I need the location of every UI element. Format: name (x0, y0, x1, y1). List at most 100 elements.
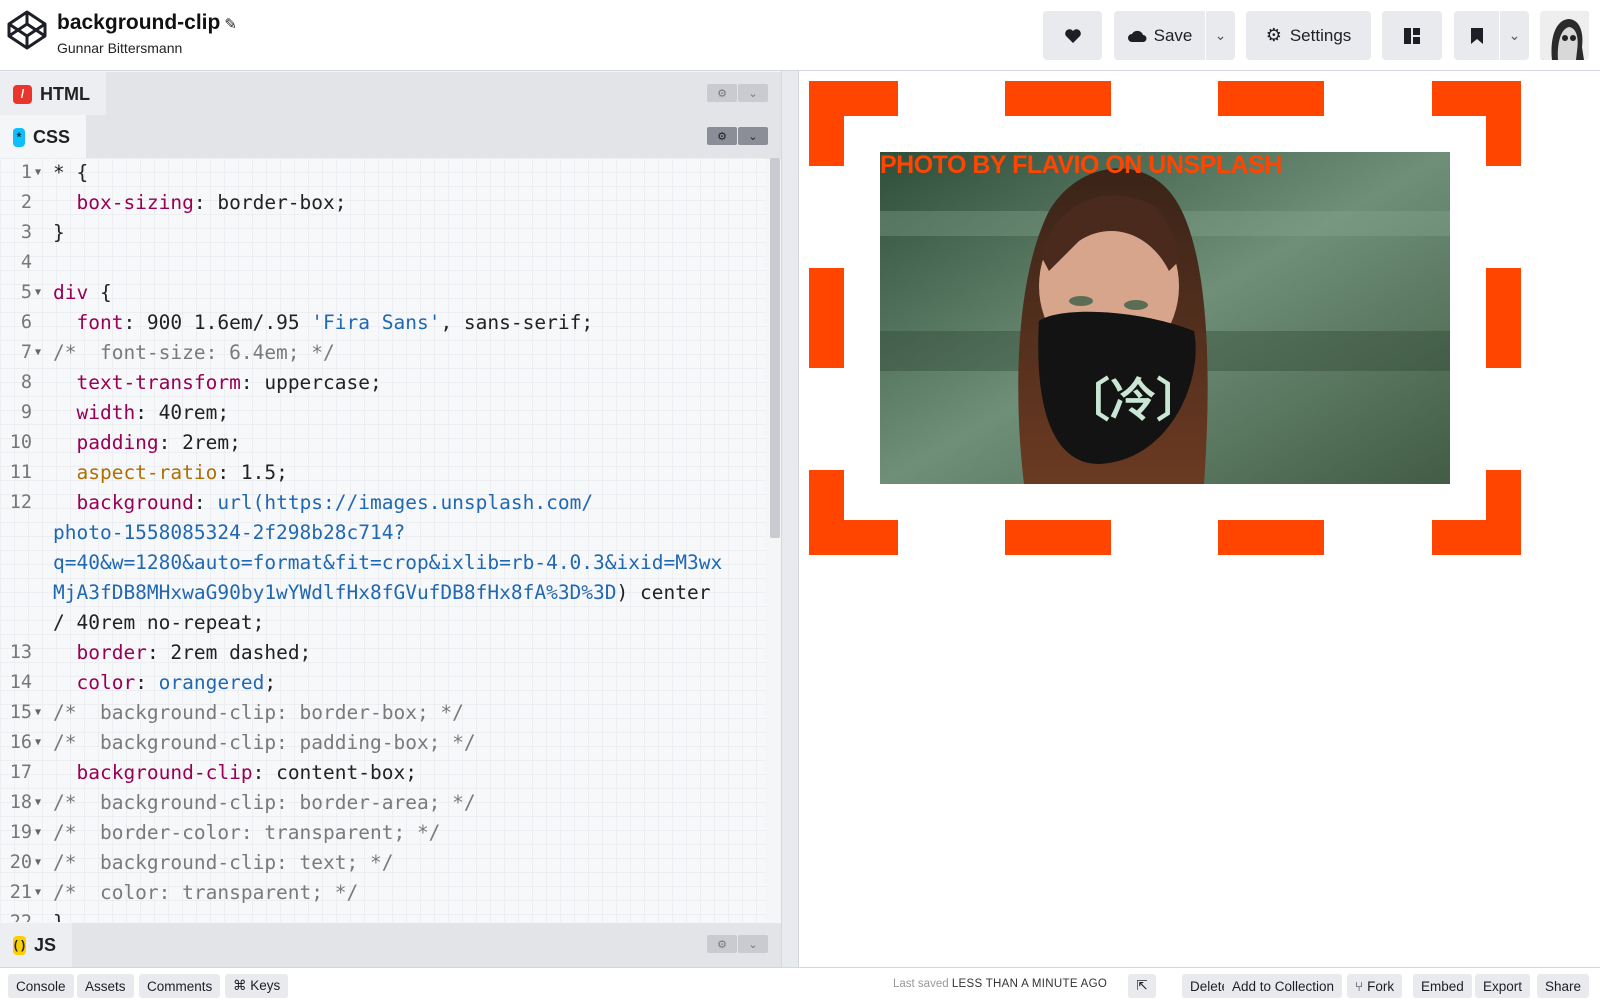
code-token: ; (264, 671, 277, 694)
code-line[interactable]: / 40rem no-repeat; (0, 608, 765, 638)
chevron-down-icon: ⌄ (748, 87, 758, 100)
bookmark-icon (1470, 27, 1483, 44)
html-settings-button[interactable]: ⚙ (707, 84, 737, 102)
code-token: padding (76, 431, 159, 454)
code-token: : uppercase; (240, 371, 382, 394)
pen-title[interactable]: background-clip ✎ (57, 11, 237, 35)
code-line[interactable]: 16 ▼ /* background-clip: padding-box; */ (0, 728, 765, 758)
code-line[interactable]: 10 padding: 2rem; (0, 428, 765, 458)
fold-arrow-icon[interactable]: ▼ (35, 878, 41, 908)
css-editor-scrollbar[interactable] (770, 158, 780, 538)
preview-pane[interactable]: 〔冷〕 PHOTO BY FLAVIO ON UNSPLASH (799, 71, 1600, 967)
code-line[interactable]: photo-1558085324-2f298b28c714? (0, 518, 765, 548)
code-line[interactable]: 14 color: orangered; (0, 668, 765, 698)
code-line[interactable]: 13 border: 2rem dashed; (0, 638, 765, 668)
css-code-editor[interactable]: 1 ▼ * {2 box-sizing: border-box; 3} 4 5 ▼ div {… (0, 158, 765, 922)
bookmark-button[interactable] (1454, 11, 1499, 60)
code-line[interactable]: 7 ▼ /* font-size: 6.4em; */ (0, 338, 765, 368)
css-collapse-button[interactable]: ⌄ (738, 127, 768, 145)
codepen-logo-icon[interactable] (6, 9, 48, 51)
gear-icon: ⚙ (717, 130, 727, 143)
code-line[interactable]: 19 ▼ /* border-color: transparent; */ (0, 818, 765, 848)
code-line[interactable]: 8 text-transform: uppercase; (0, 368, 765, 398)
fold-arrow-icon[interactable]: ▼ (35, 158, 41, 188)
pencil-icon[interactable]: ✎ (224, 16, 237, 33)
export-button[interactable]: Export (1475, 974, 1531, 998)
code-token: photo-1558085324-2f298b28c714? (53, 521, 406, 544)
code-line[interactable]: 3} (0, 218, 765, 248)
code-line[interactable]: 18 ▼ /* background-clip: border-area; */ (0, 788, 765, 818)
share-button[interactable]: Share (1537, 974, 1590, 998)
save-options-dropdown[interactable]: ⌄ (1205, 11, 1235, 60)
code-line[interactable]: 20 ▼ /* background-clip: text; */ (0, 848, 765, 878)
code-line[interactable]: 5 ▼ div { (0, 278, 765, 308)
fold-arrow-icon[interactable]: ▼ (35, 278, 41, 308)
save-button[interactable]: Save (1114, 11, 1205, 60)
code-line[interactable]: 12 background: url(https://images.unspla… (0, 488, 765, 518)
code-text: font: 900 1.6em/.95 'Fira Sans', sans-se… (53, 308, 593, 338)
code-text: border: 2rem dashed; (53, 638, 311, 668)
pane-resize-handle[interactable] (781, 71, 799, 967)
keys-button[interactable]: ⌘ Keys (225, 974, 289, 998)
code-line[interactable]: 17 background-clip: content-box; (0, 758, 765, 788)
code-line[interactable]: 6 font: 900 1.6em/.95 'Fira Sans', sans-… (0, 308, 765, 338)
console-button[interactable]: Console (8, 974, 74, 998)
js-pane-header[interactable]: ( ) JS ⚙ ⌄ (0, 923, 781, 967)
save-label: Save (1153, 25, 1193, 45)
tab-js[interactable]: ( ) JS (0, 923, 72, 967)
code-token: / 40rem no-repeat; (53, 611, 265, 634)
author-name[interactable]: Gunnar Bittersmann (57, 40, 182, 56)
open-external-button[interactable]: ⇱ (1128, 974, 1156, 998)
user-avatar[interactable] (1540, 11, 1589, 60)
js-collapse-button[interactable]: ⌄ (738, 935, 768, 953)
settings-button[interactable]: ⚙ Settings (1246, 11, 1371, 60)
comments-button[interactable]: Comments (139, 974, 221, 998)
code-line[interactable]: 22} (0, 908, 765, 922)
code-line[interactable]: q=40&w=1280&auto=format&fit=crop&ixlib=r… (0, 548, 765, 578)
code-line[interactable]: 4 (0, 248, 765, 278)
line-number: 14 (9, 672, 32, 693)
code-line[interactable]: 2 box-sizing: border-box; (0, 188, 765, 218)
add-to-collection-button[interactable]: Add to Collection (1224, 974, 1343, 998)
fold-arrow-icon[interactable]: ▼ (35, 728, 41, 758)
love-button[interactable] (1043, 11, 1102, 60)
code-text: /* background-clip: padding-box; */ (53, 728, 476, 758)
gear-icon: ⚙ (717, 87, 727, 100)
embed-button[interactable]: Embed (1413, 974, 1472, 998)
html-pane-header[interactable]: / HTML ⚙ ⌄ (0, 72, 781, 116)
assets-button[interactable]: Assets (77, 974, 134, 998)
change-view-button[interactable] (1382, 11, 1442, 60)
code-line[interactable]: 11 aspect-ratio: 1.5; (0, 458, 765, 488)
css-pane-header[interactable]: * CSS ⚙ ⌄ (0, 115, 781, 159)
code-line[interactable]: 15 ▼ /* background-clip: border-box; */ (0, 698, 765, 728)
js-settings-button[interactable]: ⚙ (707, 935, 737, 953)
fold-arrow-icon[interactable]: ▼ (35, 788, 41, 818)
code-line[interactable]: 1 ▼ * { (0, 158, 765, 188)
code-line[interactable]: MjA3fDB8MHxwaG90by1wYWdlfHx8fGVufDB8fHx8… (0, 578, 765, 608)
code-token: /* background-clip: border-area; */ (53, 791, 476, 814)
html-collapse-button[interactable]: ⌄ (738, 84, 768, 102)
code-token: url( (217, 491, 265, 514)
tab-html[interactable]: / HTML (0, 72, 106, 116)
code-text: * { (53, 158, 88, 188)
bookmark-options-dropdown[interactable]: ⌄ (1499, 11, 1529, 60)
fold-arrow-icon[interactable]: ▼ (35, 698, 41, 728)
fold-arrow-icon[interactable]: ▼ (35, 338, 41, 368)
css-badge-icon: * (13, 127, 25, 147)
code-line[interactable]: 9 width: 40rem; (0, 398, 765, 428)
line-number: 1 (20, 162, 32, 183)
fold-arrow-icon[interactable]: ▼ (35, 848, 41, 878)
fork-icon: ⑂ (1355, 978, 1364, 994)
tab-css[interactable]: * CSS (0, 115, 86, 159)
code-token: background (76, 491, 194, 514)
chevron-down-icon: ⌄ (748, 938, 758, 951)
code-line[interactable]: 21 ▼ /* color: transparent; */ (0, 878, 765, 908)
code-token: aspect-ratio (76, 461, 218, 484)
fork-button[interactable]: ⑂ Fork (1347, 974, 1403, 998)
css-settings-button[interactable]: ⚙ (707, 127, 737, 145)
fold-arrow-icon[interactable]: ▼ (35, 818, 41, 848)
pen-title-text[interactable]: background-clip (57, 11, 220, 34)
tab-css-label: CSS (32, 126, 70, 147)
svg-text:〔冷〕: 〔冷〕 (1064, 373, 1202, 427)
